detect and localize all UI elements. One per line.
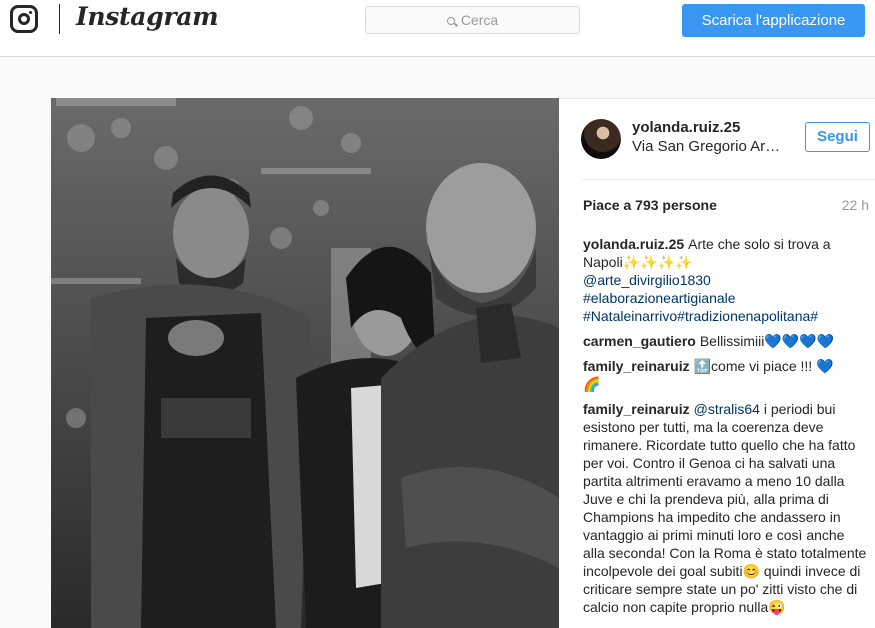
search-input[interactable]: Cerca <box>365 6 580 34</box>
download-app-button[interactable]: Scarica l'applicazione <box>682 4 865 37</box>
comment-user[interactable]: family_reinaruiz <box>583 401 690 417</box>
caption-user[interactable]: yolanda.ruiz.25 <box>583 236 684 252</box>
sparkles-emoji: ✨✨✨✨ <box>622 254 693 270</box>
post-photo-image <box>51 98 559 628</box>
caption: yolanda.ruiz.25 Arte che solo si trova a … <box>583 235 867 325</box>
comment-text: come vi piace !!! <box>711 358 813 374</box>
wink-emoji: 😜 <box>768 599 786 615</box>
post-sidebar: yolanda.ruiz.25 Via San Gregorio Armeno … <box>559 98 875 628</box>
post-photo[interactable] <box>51 98 559 628</box>
post-author[interactable]: yolanda.ruiz.25 <box>632 119 740 136</box>
instagram-camera-icon[interactable] <box>10 5 38 33</box>
search-icon <box>446 17 455 25</box>
search-placeholder: Cerca <box>460 12 499 28</box>
top-bar: Instagram Cerca Scarica l'applicazione <box>0 0 875 57</box>
post-location[interactable]: Via San Gregorio Armeno <box>632 138 792 155</box>
blue-heart-emoji: 💙 <box>816 358 834 374</box>
smile-emoji: 😊 <box>742 563 760 579</box>
list-item: family_reinaruiz 🔝come vi piace !!! 💙 🌈 <box>583 357 867 393</box>
list-item: family_reinaruiz @stralis64 i periodi bui… <box>583 400 867 616</box>
avatar[interactable] <box>581 119 621 159</box>
comment-user[interactable]: carmen_gautiero <box>583 333 696 349</box>
comment-list: yolanda.ruiz.25 Arte che solo si trova a … <box>583 235 867 623</box>
caption-hashtags[interactable]: #elaborazioneartigianale #Nataleinarrivo… <box>583 290 818 324</box>
comment-user[interactable]: family_reinaruiz <box>583 358 690 374</box>
logo-divider <box>59 4 60 34</box>
blue-heart-emoji: 💙💙💙💙 <box>764 333 835 349</box>
rainbow-emoji: 🌈 <box>583 376 601 392</box>
comment-text: i periodi bui esistono per tutti, ma la … <box>583 401 867 579</box>
comment-text: Bellissimiii <box>699 333 765 349</box>
likes-count[interactable]: Piace a 793 persone <box>583 197 717 213</box>
instagram-wordmark[interactable]: Instagram <box>76 2 219 31</box>
caption-mention[interactable]: @arte_divirgilio1830 <box>583 272 711 288</box>
top-badge-emoji: 🔝 <box>693 358 712 374</box>
comment-mention[interactable]: @stralis64 <box>694 401 760 417</box>
header-divider <box>581 179 875 180</box>
follow-button[interactable]: Segui <box>805 122 870 152</box>
post-age[interactable]: 22 h <box>842 197 869 213</box>
list-item: carmen_gautiero Bellissimiii💙💙💙💙 <box>583 332 867 350</box>
